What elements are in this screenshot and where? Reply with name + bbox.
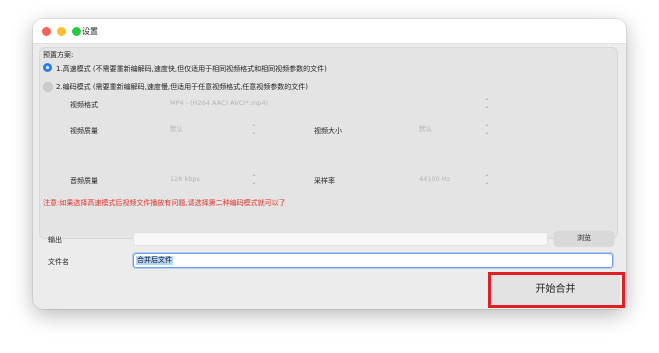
chevron-updown-icon: ⌃ ⌄ <box>484 98 490 110</box>
video-format-select[interactable]: MP4 - (H264 AAC) AVC(*.mp4) ⌃ ⌄ <box>168 98 490 110</box>
settings-window: 设置 预置方案: 1.高速模式 (不需要重新编解码,速度快,但仅适用于相同视频格… <box>33 19 626 309</box>
sample-rate-label: 采样率 <box>314 177 335 185</box>
chevron-updown-icon: ⌃ ⌄ <box>484 174 490 186</box>
window-title: 设置 <box>82 27 98 36</box>
filename-input[interactable]: 合并后文件 <box>133 253 613 268</box>
video-size-label: 视频大小 <box>314 127 342 135</box>
video-format-value: MP4 - (H264 AAC) AVC(*.mp4) <box>170 99 269 107</box>
minimize-window-button[interactable] <box>57 27 66 36</box>
notice-text: 注意:如果选择高速模式后视频文件播放有问题,请选择第二种编码模式就可以了 <box>43 199 286 207</box>
output-path-field[interactable] <box>133 232 548 246</box>
highlight-box <box>488 272 625 308</box>
filename-label: 文件名 <box>48 258 69 266</box>
browse-button[interactable]: 浏览 <box>554 231 614 246</box>
browse-button-label: 浏览 <box>577 234 591 242</box>
filename-value: 合并后文件 <box>136 256 173 265</box>
video-size-select[interactable]: 默认 ⌃ ⌄ <box>417 124 490 136</box>
sample-rate-value: 44100 Hz <box>419 175 451 183</box>
preset-heading: 预置方案: <box>43 51 74 59</box>
radio-encode-mode[interactable] <box>43 82 53 92</box>
video-quality-select[interactable]: 默认 ⌃ ⌄ <box>168 124 257 136</box>
fast-mode-label[interactable]: 1.高速模式 (不需要重新编解码,速度快,但仅适用于相同视频格式和相同视频参数的… <box>56 64 327 74</box>
output-label: 输出 <box>48 236 62 244</box>
audio-quality-label: 音频质量 <box>70 177 98 185</box>
video-size-value: 默认 <box>419 125 432 133</box>
title-bar: 设置 <box>33 19 626 44</box>
preset-group: 预置方案: 1.高速模式 (不需要重新编解码,速度快,但仅适用于相同视频格式和相… <box>39 47 618 239</box>
radio-fast-mode[interactable] <box>43 63 52 72</box>
chevron-updown-icon: ⌃ ⌄ <box>251 174 257 186</box>
encode-mode-label[interactable]: 2.编码模式 (需要重新编解码,速度慢,但适用于任意视频格式,任意视频参数的文件… <box>56 82 308 92</box>
audio-quality-value: 128 kbps <box>170 175 200 183</box>
chevron-updown-icon: ⌃ ⌄ <box>484 124 490 136</box>
close-window-button[interactable] <box>42 27 51 36</box>
chevron-updown-icon: ⌃ ⌄ <box>251 124 257 136</box>
video-format-label: 视频格式 <box>70 101 98 109</box>
sample-rate-select[interactable]: 44100 Hz ⌃ ⌄ <box>417 174 490 186</box>
audio-quality-select[interactable]: 128 kbps ⌃ ⌄ <box>168 174 257 186</box>
video-quality-value: 默认 <box>170 125 183 133</box>
zoom-window-button[interactable] <box>72 27 81 36</box>
video-quality-label: 视频质量 <box>70 127 98 135</box>
